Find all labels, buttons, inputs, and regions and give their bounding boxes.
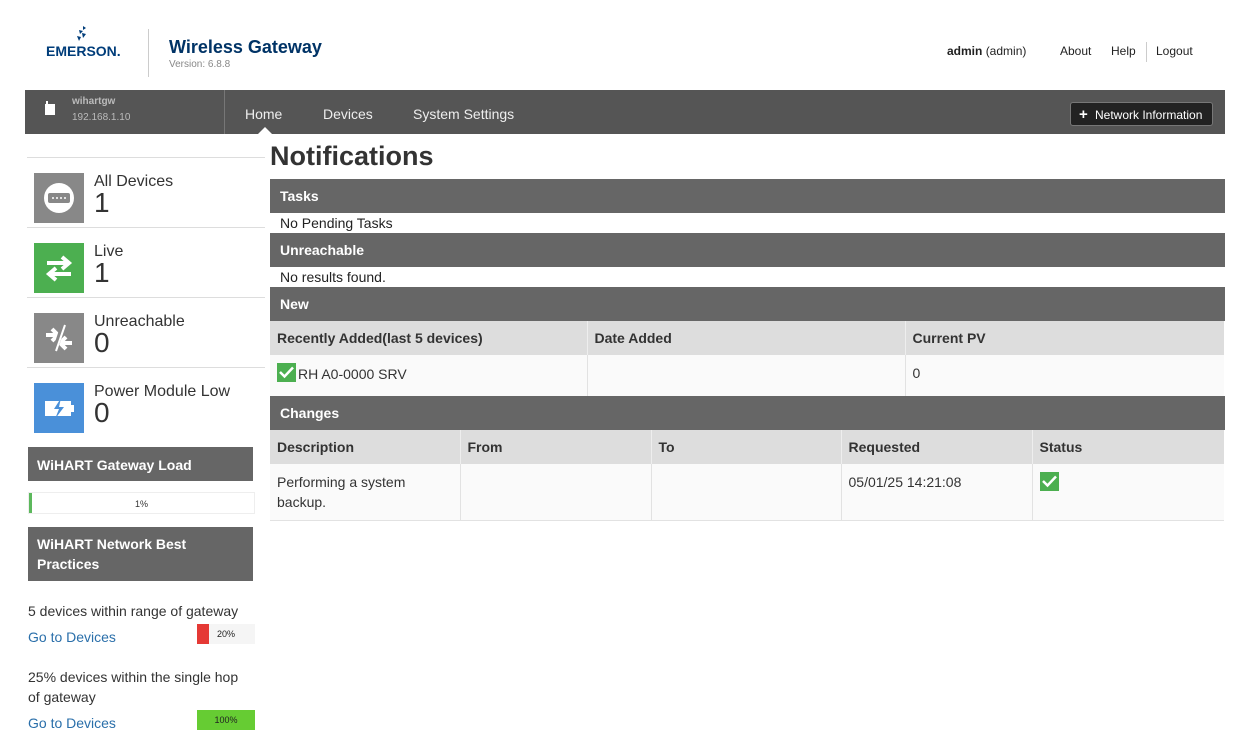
stat-power-module-low[interactable]: Power Module Low 0 <box>27 368 265 438</box>
table-header-row: Recently Added(last 5 devices) Date Adde… <box>270 321 1224 355</box>
practice-percent: 100% <box>214 715 238 725</box>
new-devices-table: Recently Added(last 5 devices) Date Adde… <box>270 321 1224 397</box>
gateway-load-percent: 1% <box>134 499 148 509</box>
current-user: admin (admin) <box>947 44 1026 58</box>
tab-home[interactable]: Home <box>245 106 282 122</box>
header-link-divider <box>1146 42 1147 62</box>
stat-count: 0 <box>94 397 110 428</box>
changes-heading: Changes <box>270 396 1225 430</box>
column-header[interactable]: From <box>460 430 652 464</box>
gateway-icon <box>45 101 55 115</box>
stat-count: 1 <box>94 257 110 288</box>
about-link[interactable]: About <box>1060 44 1091 58</box>
logout-link[interactable]: Logout <box>1156 44 1193 58</box>
go-to-devices-link[interactable]: Go to Devices <box>28 715 116 731</box>
tasks-heading: Tasks <box>270 179 1225 213</box>
stat-count: 1 <box>94 187 110 218</box>
table-row: RH A0-0000 SRV 0 <box>270 355 1224 397</box>
to-cell <box>651 464 842 521</box>
network-information-label: Network Information <box>1095 108 1203 122</box>
stat-label: Power Module Low <box>94 383 231 400</box>
page-title: Notifications <box>270 141 434 171</box>
battery-low-icon <box>34 383 84 433</box>
user-role: (admin) <box>985 44 1027 58</box>
plus-icon: + <box>1079 106 1088 123</box>
tab-system-settings[interactable]: System Settings <box>413 106 514 122</box>
active-tab-caret-icon <box>258 127 272 134</box>
new-heading: New <box>270 287 1225 321</box>
stat-count: 0 <box>94 327 110 358</box>
tab-devices[interactable]: Devices <box>323 106 373 122</box>
arrows-exchange-icon <box>34 243 84 293</box>
practice-percent: 20% <box>216 629 235 639</box>
practice-text: 25% devices within the single hop of gat… <box>28 669 239 705</box>
go-to-devices-link[interactable]: Go to Devices <box>28 629 116 645</box>
table-header-row: Description From To Requested Status <box>270 430 1224 464</box>
brand-wordmark: EMERSON. <box>46 43 121 59</box>
app-title: Wireless Gateway <box>169 37 322 57</box>
column-header[interactable]: Requested <box>841 430 1033 464</box>
device-icon <box>34 173 84 223</box>
practice-bar: 20% <box>197 624 255 644</box>
device-name: RH A0-0000 SRV <box>298 366 407 382</box>
current-pv-cell: 0 <box>905 355 1224 397</box>
table-row: Performing a system backup. 05/01/25 14:… <box>270 464 1224 521</box>
practice-bar: 100% <box>197 710 255 730</box>
column-header[interactable]: Recently Added(last 5 devices) <box>270 321 588 355</box>
gateway-name: wihartgw <box>72 96 116 107</box>
app-header: EMERSON. Wireless Gateway Version: 6.8.8… <box>0 0 1252 90</box>
gateway-info: wihartgw 192.168.1.10 <box>25 90 225 134</box>
status-complete-icon <box>1039 472 1059 491</box>
device-cell[interactable]: RH A0-0000 SRV <box>270 355 588 397</box>
column-header[interactable]: To <box>651 430 842 464</box>
changes-table: Description From To Requested Status Per… <box>270 430 1224 521</box>
broken-link-icon <box>34 313 84 363</box>
column-header[interactable]: Description <box>270 430 461 464</box>
emerson-mark-icon <box>77 26 86 41</box>
status-cell <box>1032 464 1224 521</box>
column-header[interactable]: Current PV <box>905 321 1224 355</box>
user-name: admin <box>947 44 983 58</box>
best-practices-heading: WiHART Network Best Practices <box>28 527 253 581</box>
description-cell: Performing a system backup. <box>270 464 461 521</box>
app-version: Version: 6.8.8 <box>169 59 231 70</box>
header-divider <box>148 29 149 77</box>
checkmark-icon <box>277 363 296 382</box>
tasks-empty-text: No Pending Tasks <box>280 215 393 231</box>
stat-unreachable[interactable]: Unreachable 0 <box>27 298 265 368</box>
from-cell <box>460 464 652 521</box>
gateway-load-heading: WiHART Gateway Load <box>28 447 253 481</box>
unreachable-heading: Unreachable <box>270 233 1225 267</box>
unreachable-empty-text: No results found. <box>280 269 386 285</box>
column-header[interactable]: Date Added <box>587 321 906 355</box>
network-information-button[interactable]: + Network Information <box>1070 102 1213 126</box>
main-nav: wihartgw 192.168.1.10 Home Devices Syste… <box>25 90 1225 134</box>
gateway-ip: 192.168.1.10 <box>72 112 131 123</box>
practice-text: 5 devices within range of gateway <box>28 603 239 619</box>
column-header[interactable]: Status <box>1032 430 1224 464</box>
help-link[interactable]: Help <box>1111 44 1136 58</box>
stat-live[interactable]: Live 1 <box>27 228 265 298</box>
requested-cell: 05/01/25 14:21:08 <box>841 464 1033 521</box>
stat-all-devices[interactable]: All Devices 1 <box>27 158 265 228</box>
date-added-cell <box>587 355 906 397</box>
gateway-load-bar: 1% <box>28 492 255 514</box>
emerson-logo[interactable]: EMERSON. <box>44 26 126 62</box>
